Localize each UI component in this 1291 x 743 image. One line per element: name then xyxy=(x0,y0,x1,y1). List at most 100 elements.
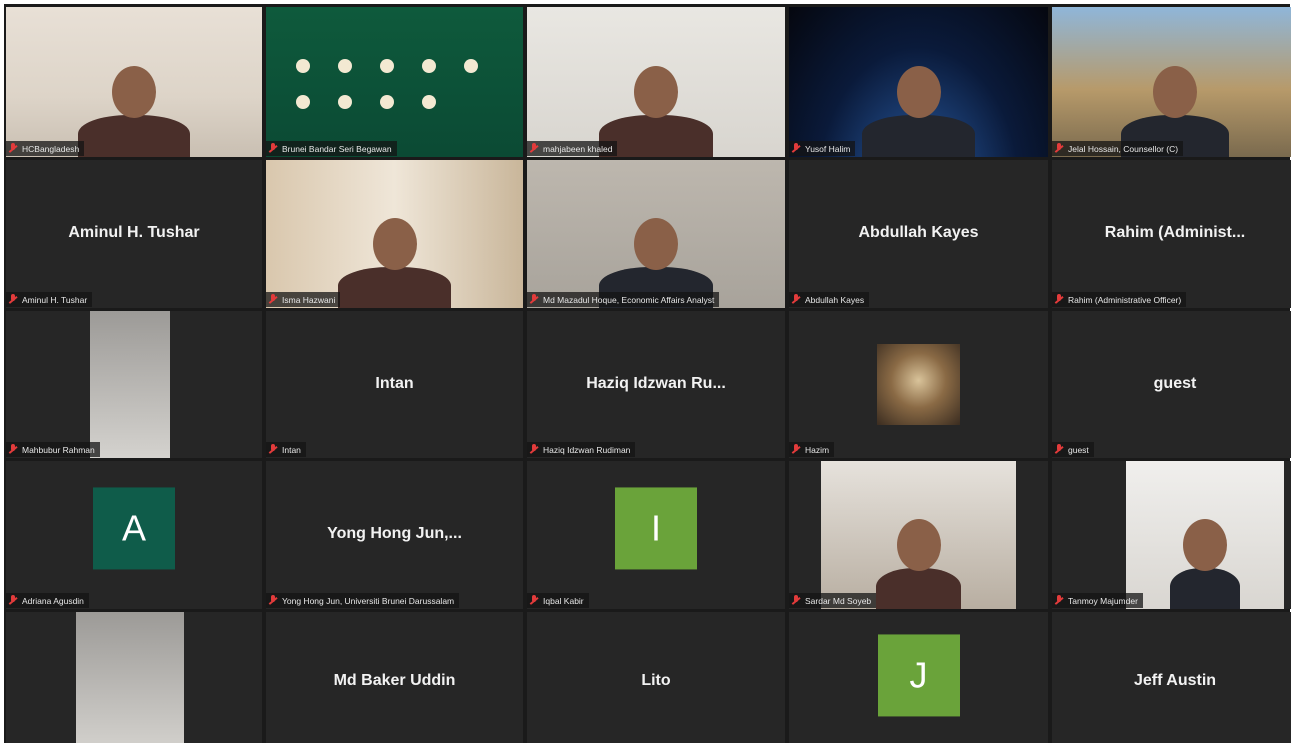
participant-name: Isma Hazwani xyxy=(282,294,336,305)
participant-name: HCBangladesh xyxy=(22,143,80,154)
participant-display-name: Aminul H. Tushar xyxy=(68,224,200,242)
participant-name-label: Haziq Idzwan Rudiman xyxy=(527,442,636,457)
participant-tile[interactable]: Haziq Idzwan Ru... Haziq Idzwan Rudiman xyxy=(527,311,785,458)
participant-tile[interactable]: Tanmoy Majumder xyxy=(1052,461,1291,609)
participant-name-label: Intan xyxy=(266,442,306,457)
person-head xyxy=(634,66,678,118)
microphone-muted-icon xyxy=(791,143,801,154)
participant-tile[interactable]: Lito xyxy=(527,612,785,743)
participant-tile[interactable]: Rahim (Administ... Rahim (Administrative … xyxy=(1052,160,1291,308)
participant-tile[interactable]: J xyxy=(789,612,1048,743)
avatar: I xyxy=(615,487,697,570)
participant-name-label: Md Mazadul Hoque, Economic Affairs Analy… xyxy=(527,292,720,307)
participant-tile[interactable]: guest guest xyxy=(1052,311,1291,458)
microphone-muted-icon xyxy=(791,444,801,455)
participant-tile[interactable]: Yusof Halim xyxy=(789,7,1048,157)
participant-name: Mahbubur Rahman xyxy=(22,444,95,455)
microphone-muted-icon xyxy=(1054,444,1064,455)
microphone-muted-icon xyxy=(1054,595,1064,606)
participant-name: guest xyxy=(1068,444,1089,455)
poster-portrait xyxy=(464,59,478,73)
participant-tile[interactable]: Isma Hazwani xyxy=(266,160,523,308)
participant-display-name: Abdullah Kayes xyxy=(858,224,979,242)
person-head xyxy=(1183,518,1227,571)
participant-tile[interactable]: Jeff Austin xyxy=(1052,612,1291,743)
participant-name-label: Yong Hong Jun, Universiti Brunei Darussa… xyxy=(266,593,460,608)
participant-name: Yong Hong Jun, Universiti Brunei Darussa… xyxy=(282,595,455,606)
participant-video xyxy=(1126,461,1284,609)
participant-name-label: Hazim xyxy=(789,442,835,457)
participant-tile[interactable]: Aminul H. Tushar Aminul H. Tushar xyxy=(6,160,262,308)
participant-tile[interactable]: Hazim xyxy=(789,311,1048,458)
person-head xyxy=(896,66,941,118)
poster-portrait xyxy=(380,95,394,109)
participant-name-label: Aminul H. Tushar xyxy=(6,292,93,307)
participant-tile[interactable]: Abdullah Kayes Abdullah Kayes xyxy=(789,160,1048,308)
participant-name: Intan xyxy=(282,444,301,455)
poster-portrait xyxy=(338,95,352,109)
participant-tile[interactable]: Md Mazadul Hoque, Economic Affairs Analy… xyxy=(527,160,785,308)
microphone-muted-icon xyxy=(8,444,18,455)
participant-tile[interactable]: I Iqbal Kabir xyxy=(527,461,785,609)
participant-video xyxy=(527,7,785,157)
participant-name: Tanmoy Majumder xyxy=(1068,595,1138,606)
participant-name: Yusof Halim xyxy=(805,143,851,154)
participant-tile[interactable]: mahjabeen khaled xyxy=(527,7,785,157)
person-silhouette xyxy=(1170,567,1240,609)
participant-tile[interactable]: HCBangladesh xyxy=(6,7,262,157)
person-head xyxy=(1153,66,1197,118)
participant-display-name: Yong Hong Jun,... xyxy=(327,525,462,543)
participant-display-name: Jeff Austin xyxy=(1133,672,1217,690)
participant-name: mahjabeen khaled xyxy=(543,143,613,154)
microphone-muted-icon xyxy=(1054,294,1064,305)
participant-display-name: Lito xyxy=(641,672,671,690)
participant-name: Hazim xyxy=(805,444,830,455)
person-silhouette xyxy=(861,115,976,157)
participant-tile[interactable]: Brunei Bandar Seri Begawan xyxy=(266,7,523,157)
participant-tile[interactable]: Yong Hong Jun,... Yong Hong Jun, Universi… xyxy=(266,461,523,609)
participant-name-label: Brunei Bandar Seri Begawan xyxy=(266,141,397,156)
participant-name: Sardar Md Soyeb xyxy=(805,595,872,606)
poster-portrait xyxy=(422,59,436,73)
participant-name-label: Sardar Md Soyeb xyxy=(789,593,877,608)
participant-tile[interactable]: Md Baker Uddin xyxy=(266,612,523,743)
participant-name-label: Mahbubur Rahman xyxy=(6,442,100,457)
microphone-muted-icon xyxy=(791,595,801,606)
microphone-muted-icon xyxy=(529,444,539,455)
participant-video xyxy=(266,160,523,308)
participant-tile[interactable]: A Adriana Agusdin xyxy=(6,461,262,609)
participant-video xyxy=(76,612,184,743)
participant-name: Brunei Bandar Seri Begawan xyxy=(282,143,392,154)
participant-name-label: Jelal Hossain, Counsellor (C) xyxy=(1052,141,1184,156)
participant-name-label: Tanmoy Majumder xyxy=(1052,593,1143,608)
poster-portrait xyxy=(338,59,352,73)
person-silhouette xyxy=(875,567,962,609)
microphone-muted-icon xyxy=(1054,143,1064,154)
participant-tile[interactable]: Mahbubur Rahman xyxy=(6,311,262,458)
microphone-muted-icon xyxy=(791,294,801,305)
participant-display-name: guest xyxy=(1153,374,1197,392)
participant-name-label: Iqbal Kabir xyxy=(527,593,589,608)
person-silhouette xyxy=(77,115,191,157)
person-head xyxy=(112,66,156,118)
participant-name-label: Rahim (Administrative Officer) xyxy=(1052,292,1187,307)
participant-tile[interactable]: Sardar Md Soyeb xyxy=(789,461,1048,609)
microphone-muted-icon xyxy=(268,143,278,154)
participant-name: Abdullah Kayes xyxy=(805,294,865,305)
participant-name: Jelal Hossain, Counsellor (C) xyxy=(1068,143,1179,154)
video-gallery: HCBangladesh Brunei Bandar Seri Begawan ma… xyxy=(4,4,1291,743)
microphone-muted-icon xyxy=(268,444,278,455)
participant-name: Haziq Idzwan Rudiman xyxy=(543,444,631,455)
participant-video xyxy=(527,160,785,308)
microphone-muted-icon xyxy=(8,143,18,154)
poster-portrait xyxy=(422,95,436,109)
poster-portrait xyxy=(380,59,394,73)
participant-tile[interactable]: Jelal Hossain, Counsellor (C) xyxy=(1052,7,1291,157)
participant-tile[interactable] xyxy=(6,612,262,743)
participant-name: Rahim (Administrative Officer) xyxy=(1068,294,1182,305)
participant-video xyxy=(877,344,960,425)
participant-name: Md Mazadul Hoque, Economic Affairs Analy… xyxy=(543,294,715,305)
participant-video xyxy=(821,461,1016,609)
participant-tile[interactable]: Intan Intan xyxy=(266,311,523,458)
participant-name-label: HCBangladesh xyxy=(6,141,85,156)
